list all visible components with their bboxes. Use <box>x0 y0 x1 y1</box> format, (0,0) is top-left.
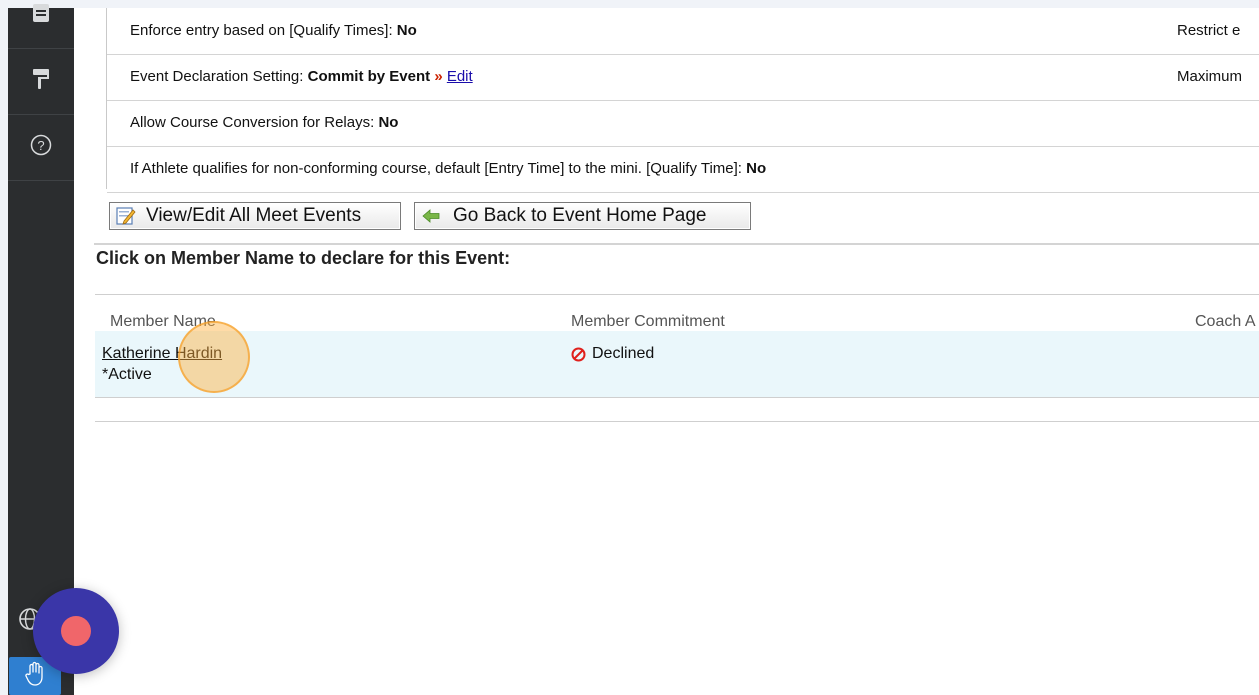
setting-value: No <box>746 160 767 177</box>
go-back-label: Go Back to Event Home Page <box>453 205 707 226</box>
edit-note-icon <box>116 206 136 226</box>
hand-icon <box>23 661 47 692</box>
document-button[interactable] <box>8 0 74 49</box>
setting-row-non-conforming: If Athlete qualifies for non-conforming … <box>107 146 1259 193</box>
setting-label: Allow Course Conversion for Relays: <box>130 114 375 131</box>
declined-icon <box>571 347 586 362</box>
click-highlight <box>178 321 250 393</box>
setting-right-label: Restrict e <box>1177 22 1241 39</box>
view-edit-events-button[interactable]: View/Edit All Meet Events <box>109 202 401 230</box>
help-icon: ? <box>30 134 52 161</box>
svg-text:?: ? <box>37 138 44 153</box>
main-content: Enforce entry based on [Qualify Times]: … <box>74 8 1259 695</box>
record-dot-icon <box>61 616 91 646</box>
divider <box>95 294 1259 295</box>
paint-button[interactable] <box>8 48 74 115</box>
arrow-icon: » <box>434 68 443 85</box>
table-row: Katherine Hardin *Active Declined <box>95 331 1259 398</box>
help-button[interactable]: ? <box>8 114 74 181</box>
setting-row-qualify-times: Enforce entry based on [Qualify Times]: … <box>107 8 1259 55</box>
section-heading: Click on Member Name to declare for this… <box>96 248 511 268</box>
paint-roller-icon <box>32 68 50 95</box>
record-button[interactable] <box>33 588 119 674</box>
back-arrow-icon <box>421 208 443 224</box>
commitment-status: Declined <box>571 345 654 363</box>
settings-panel: Enforce entry based on [Qualify Times]: … <box>106 8 1259 193</box>
column-header-commitment: Member Commitment <box>571 313 725 330</box>
column-header-coach: Coach A <box>1195 313 1256 330</box>
app-frame: ? Enforce entry based on [Qualify Times]… <box>0 0 1259 695</box>
setting-label: If Athlete qualifies for non-conforming … <box>130 160 742 177</box>
setting-value: Commit by Event <box>307 68 431 85</box>
setting-label: Event Declaration Setting: <box>130 68 304 85</box>
edit-link[interactable]: Edit <box>447 68 473 85</box>
setting-right-label: Maximum <box>1177 68 1243 85</box>
button-bar: View/Edit All Meet Events Go Back to Eve… <box>94 189 1259 245</box>
setting-value: No <box>378 114 399 131</box>
setting-value: No <box>396 22 417 39</box>
setting-label: Enforce entry based on [Qualify Times]: <box>130 22 393 39</box>
setting-row-course-conversion: Allow Course Conversion for Relays: No <box>107 100 1259 147</box>
setting-row-declaration: Event Declaration Setting: Commit by Eve… <box>107 54 1259 101</box>
divider <box>95 421 1259 422</box>
member-status: *Active <box>102 366 152 383</box>
document-icon <box>32 3 50 28</box>
commitment-label: Declined <box>592 345 655 362</box>
go-back-button[interactable]: Go Back to Event Home Page <box>414 202 751 230</box>
view-edit-events-label: View/Edit All Meet Events <box>146 205 362 226</box>
